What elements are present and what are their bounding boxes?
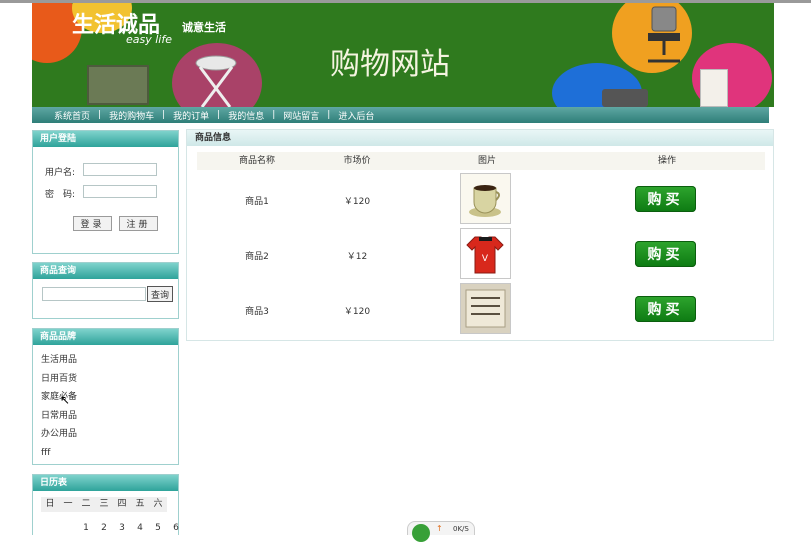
calendar-week-row: 1 2 3 4 5 6 xyxy=(41,523,185,533)
search-button[interactable]: 查询 xyxy=(147,286,173,302)
weekday-label: 四 xyxy=(113,497,131,512)
calendar-day xyxy=(41,523,59,533)
calendar-panel-title: 日历表 xyxy=(33,475,178,491)
brand-subtitle: easy life xyxy=(126,33,172,46)
column-header-name: 商品名称 xyxy=(238,156,275,166)
brand-panel-title: 商品品牌 xyxy=(33,329,178,345)
speed-indicator-icon xyxy=(412,524,430,542)
weekday-label: 五 xyxy=(131,497,149,512)
username-label: 用户名: xyxy=(45,168,76,178)
coffee-cup-icon[interactable] xyxy=(460,173,511,224)
network-speed-widget[interactable]: ↑ 0K/S xyxy=(407,521,475,542)
network-rate: 0K/S xyxy=(453,525,469,533)
calendar-day[interactable]: 6 xyxy=(167,523,185,533)
calendar-panel: 日历表 日 一 二 三 四 五 六 1 2 3 4 5 6 xyxy=(32,474,179,535)
product-price: ￥120 xyxy=(343,197,371,207)
buy-button[interactable]: 购买 xyxy=(635,241,696,267)
search-input[interactable] xyxy=(42,287,146,301)
nav-home[interactable]: 系统首页 xyxy=(46,109,98,122)
top-navigation: 系统首页 | 我的购物车 | 我的订单 | 我的信息 | 网站留言 | 进入后台 xyxy=(32,107,769,123)
site-title: 购物网站 xyxy=(330,47,450,82)
jersey-icon[interactable]: V xyxy=(460,228,511,279)
search-panel-title: 商品查询 xyxy=(33,263,178,279)
cabinet-image xyxy=(700,69,728,107)
brand-tagline: 诚意生活 xyxy=(182,21,226,34)
table-image xyxy=(602,89,648,107)
brand-item[interactable]: 日用百货 xyxy=(41,370,178,389)
buy-button[interactable]: 购买 xyxy=(635,186,696,212)
shoe-shelf-image xyxy=(87,65,149,105)
column-header-image: 图片 xyxy=(477,156,496,166)
login-panel: 用户登陆 用户名: 密 码: 登录 注册 xyxy=(32,130,179,254)
calendar-weekday-header: 日 一 二 三 四 五 六 xyxy=(41,497,167,512)
brand-panel: 商品品牌 生活用品 日用百货 家庭必备 日常用品 办公用品 fff xyxy=(32,328,179,465)
column-header-action: 操作 xyxy=(657,156,676,166)
calendar-day[interactable]: 3 xyxy=(113,523,131,533)
office-chair-image xyxy=(642,5,686,65)
login-button[interactable]: 登录 xyxy=(73,216,112,231)
product-name: 商品3 xyxy=(245,307,269,317)
calendar-day xyxy=(59,523,77,533)
brand-item[interactable]: 生活用品 xyxy=(41,351,178,370)
username-input[interactable] xyxy=(83,163,157,176)
product-panel: 商品信息 商品名称 市场价 图片 操作 商品1 ￥120 购买 商品2 ￥12 … xyxy=(186,129,774,341)
calendar-day[interactable]: 5 xyxy=(149,523,167,533)
password-label: 密 码: xyxy=(45,190,76,200)
calendar-day[interactable]: 4 xyxy=(131,523,149,533)
product-price: ￥12 xyxy=(346,252,368,262)
svg-text:V: V xyxy=(482,254,489,264)
calendar-day[interactable]: 1 xyxy=(77,523,95,533)
brand-item[interactable]: fff xyxy=(41,444,178,463)
calendar-day[interactable]: 2 xyxy=(95,523,113,533)
weekday-label: 六 xyxy=(149,497,167,512)
weekday-label: 三 xyxy=(95,497,113,512)
nav-admin[interactable]: 进入后台 xyxy=(330,109,382,122)
product-panel-title: 商品信息 xyxy=(187,130,773,146)
column-header-price: 市场价 xyxy=(343,156,371,166)
register-button[interactable]: 注册 xyxy=(119,216,158,231)
book-icon[interactable] xyxy=(460,283,511,334)
login-panel-title: 用户登陆 xyxy=(33,131,178,147)
weekday-label: 一 xyxy=(59,497,77,512)
nav-cart[interactable]: 我的购物车 xyxy=(101,109,162,122)
nav-my-info[interactable]: 我的信息 xyxy=(220,109,272,122)
stool-image xyxy=(192,55,240,107)
weekday-label: 二 xyxy=(77,497,95,512)
product-name: 商品2 xyxy=(245,252,269,262)
upload-arrow-icon: ↑ xyxy=(436,524,443,533)
brand-item[interactable]: 办公用品 xyxy=(41,425,178,444)
password-input[interactable] xyxy=(83,185,157,198)
brand-list: 生活用品 日用百货 家庭必备 日常用品 办公用品 fff xyxy=(33,345,178,462)
weekday-label: 日 xyxy=(41,497,59,512)
product-price: ￥120 xyxy=(343,307,371,317)
brand-item[interactable]: 日常用品 xyxy=(41,407,178,426)
nav-orders[interactable]: 我的订单 xyxy=(165,109,217,122)
mouse-cursor-icon: ↖ xyxy=(60,393,71,407)
buy-button[interactable]: 购买 xyxy=(635,296,696,322)
header-banner: 生活诚品 诚意生活 easy life 购物网站 xyxy=(32,3,774,107)
search-panel: 商品查询 查询 xyxy=(32,262,179,319)
nav-guestbook[interactable]: 网站留言 xyxy=(275,109,327,122)
product-name: 商品1 xyxy=(245,197,269,207)
product-table-header: 商品名称 市场价 图片 操作 xyxy=(197,152,765,170)
